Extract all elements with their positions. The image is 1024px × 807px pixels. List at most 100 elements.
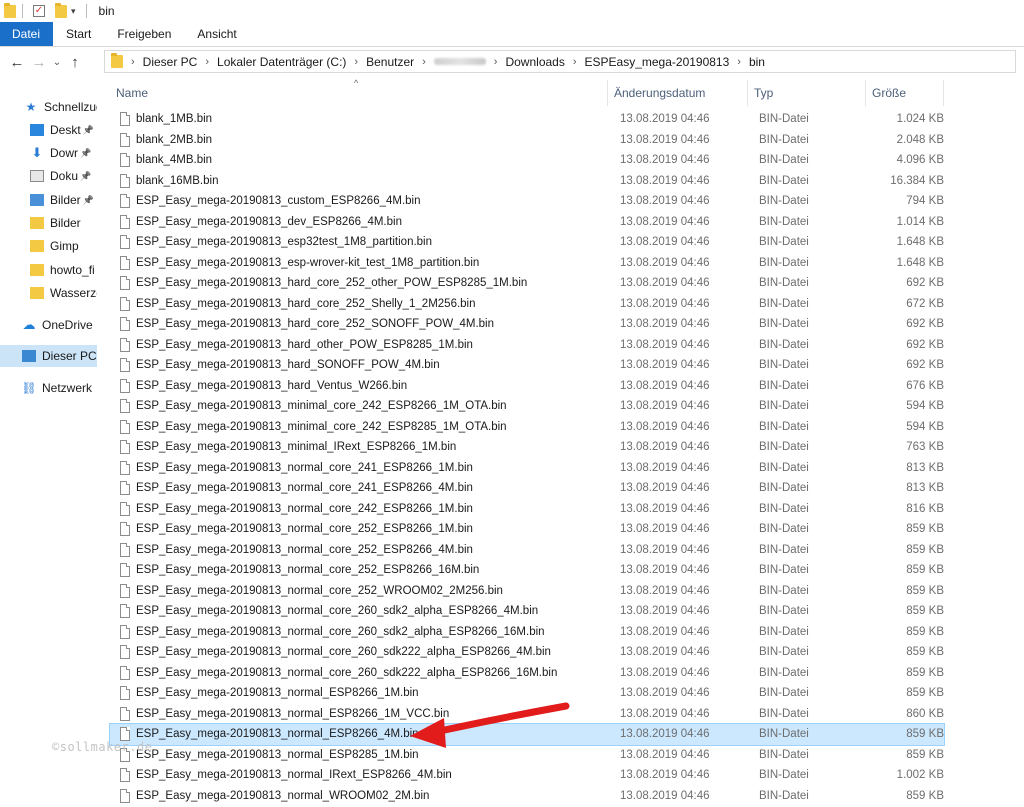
file-row[interactable]: blank_1MB.bin 13.08.2019 04:46 BIN-Datei 1.… bbox=[110, 109, 944, 130]
file-type: BIN-Datei bbox=[759, 769, 809, 782]
back-arrow-icon[interactable]: ← bbox=[6, 54, 28, 71]
chevron-right-icon[interactable]: › bbox=[131, 56, 135, 68]
navigation-bar: ← → ⌄ ↑ › Dieser PC › Lokaler Datenträge… bbox=[0, 47, 1024, 77]
file-type: BIN-Datei bbox=[759, 523, 809, 536]
address-bar[interactable]: › Dieser PC › Lokaler Datenträger (C:) ›… bbox=[104, 50, 1016, 73]
breadcrumb-downloads[interactable]: Downloads bbox=[505, 55, 564, 69]
sidebar-item-bilder[interactable]: Bilder 📌 bbox=[0, 189, 97, 211]
sidebar-item-onedrive[interactable]: ☁ OneDrive bbox=[0, 314, 97, 336]
file-size: 859 KB bbox=[906, 646, 944, 659]
breadcrumb-benutzer[interactable]: Benutzer bbox=[366, 55, 414, 69]
file-icon bbox=[120, 214, 130, 229]
pin-icon: 📌 bbox=[80, 147, 92, 158]
sidebar-item-netzwerk[interactable]: ⛓ Netzwerk bbox=[0, 377, 97, 399]
file-row[interactable]: ESP_Easy_mega-20190813_normal_core_260_s… bbox=[110, 642, 944, 663]
sidebar-item-label: Dowr bbox=[50, 146, 79, 160]
sidebar-item-gimp[interactable]: Gimp bbox=[0, 235, 97, 257]
sidebar-item-wasserze[interactable]: Wasserze bbox=[0, 282, 97, 304]
file-row[interactable]: ESP_Easy_mega-20190813_normal_core_252_W… bbox=[110, 581, 944, 602]
column-size[interactable]: Größe bbox=[866, 80, 944, 106]
chevron-right-icon[interactable]: › bbox=[205, 56, 209, 68]
column-date[interactable]: Änderungsdatum bbox=[608, 80, 748, 106]
file-row[interactable]: ESP_Easy_mega-20190813_normal_core_252_E… bbox=[110, 540, 944, 561]
sidebar-item-bilder[interactable]: Bilder bbox=[0, 212, 97, 234]
breadcrumb-espeasy-folder[interactable]: ESPEasy_mega-20190813 bbox=[585, 55, 730, 69]
file-row[interactable]: ESP_Easy_mega-20190813_hard_core_252_SON… bbox=[110, 314, 944, 335]
sidebar-item-dieser-pc[interactable]: Dieser PC bbox=[0, 345, 97, 367]
column-type[interactable]: Typ bbox=[748, 80, 866, 106]
sidebar-item-schnellzug[interactable]: ★ Schnellzug bbox=[0, 96, 97, 118]
file-size: 813 KB bbox=[906, 482, 944, 495]
file-size: 794 KB bbox=[906, 195, 944, 208]
file-row[interactable]: ESP_Easy_mega-20190813_normal_core_241_E… bbox=[110, 458, 944, 479]
file-list: blank_1MB.bin 13.08.2019 04:46 BIN-Datei 1.… bbox=[109, 109, 945, 807]
breadcrumb-dieser-pc[interactable]: Dieser PC bbox=[143, 55, 198, 69]
file-row[interactable]: ESP_Easy_mega-20190813_normal_ESP8285_1M… bbox=[110, 745, 944, 766]
recent-locations-icon[interactable]: ⌄ bbox=[50, 57, 64, 68]
folder-icon bbox=[111, 53, 123, 68]
file-icon bbox=[120, 255, 130, 270]
file-date: 13.08.2019 04:46 bbox=[620, 338, 710, 351]
column-name[interactable]: Name bbox=[110, 80, 608, 106]
file-date: 13.08.2019 04:46 bbox=[620, 687, 710, 700]
quick-access-dropdown-icon[interactable]: ▾ bbox=[71, 6, 76, 17]
new-folder-icon[interactable] bbox=[55, 2, 67, 18]
file-row[interactable]: ESP_Easy_mega-20190813_normal_IRext_ESP8… bbox=[110, 765, 944, 786]
file-row[interactable]: ESP_Easy_mega-20190813_normal_core_241_E… bbox=[110, 478, 944, 499]
chevron-right-icon[interactable]: › bbox=[354, 56, 358, 68]
breadcrumb-username-redacted[interactable] bbox=[433, 58, 486, 65]
file-type: BIN-Datei bbox=[759, 666, 809, 679]
file-icon bbox=[120, 788, 130, 803]
properties-icon[interactable]: ✓ bbox=[33, 5, 45, 17]
file-size: 859 KB bbox=[906, 523, 944, 536]
forward-arrow-icon[interactable]: → bbox=[28, 54, 50, 71]
breadcrumb-lokaler-datentraeger[interactable]: Lokaler Datenträger (C:) bbox=[217, 55, 346, 69]
file-date: 13.08.2019 04:46 bbox=[620, 154, 710, 167]
tab-freigeben[interactable]: Freigeben bbox=[104, 22, 184, 46]
file-type: BIN-Datei bbox=[759, 359, 809, 372]
up-arrow-icon[interactable]: ↑ bbox=[64, 54, 86, 71]
file-row[interactable]: ESP_Easy_mega-20190813_minimal_IRext_ESP… bbox=[110, 437, 944, 458]
file-row[interactable]: ESP_Easy_mega-20190813_normal_ESP8266_1M… bbox=[110, 704, 944, 725]
file-row[interactable]: ESP_Easy_mega-20190813_dev_ESP8266_4M.bi… bbox=[110, 212, 944, 233]
file-row[interactable]: ESP_Easy_mega-20190813_normal_core_260_s… bbox=[110, 622, 944, 643]
file-row[interactable]: ESP_Easy_mega-20190813_normal_core_252_E… bbox=[110, 560, 944, 581]
file-size: 1.024 KB bbox=[896, 113, 944, 126]
file-row[interactable]: ESP_Easy_mega-20190813_normal_core_260_s… bbox=[110, 601, 944, 622]
file-row[interactable]: ESP_Easy_mega-20190813_custom_ESP8266_4M… bbox=[110, 191, 944, 212]
file-row[interactable]: blank_4MB.bin 13.08.2019 04:46 BIN-Datei 4.… bbox=[110, 150, 944, 171]
sidebar-item-dowr[interactable]: ⬇ Dowr 📌 bbox=[0, 142, 97, 164]
file-row[interactable]: ESP_Easy_mega-20190813_esp32test_1M8_par… bbox=[110, 232, 944, 253]
file-row[interactable]: ESP_Easy_mega-20190813_hard_Ventus_W266.… bbox=[110, 376, 944, 397]
file-row[interactable]: ESP_Easy_mega-20190813_normal_ESP8266_1M… bbox=[110, 683, 944, 704]
sidebar-item-doku[interactable]: Doku 📌 bbox=[0, 165, 97, 187]
file-row[interactable]: ESP_Easy_mega-20190813_hard_core_252_She… bbox=[110, 294, 944, 315]
file-row[interactable]: ESP_Easy_mega-20190813_normal_ESP8266_4M… bbox=[109, 723, 945, 746]
chevron-right-icon[interactable]: › bbox=[494, 56, 498, 68]
title-bar: ✓ ▾ bin bbox=[0, 0, 1024, 22]
file-row[interactable]: ESP_Easy_mega-20190813_hard_other_POW_ES… bbox=[110, 335, 944, 356]
file-row[interactable]: ESP_Easy_mega-20190813_minimal_core_242_… bbox=[110, 417, 944, 438]
file-row[interactable]: ESP_Easy_mega-20190813_normal_core_242_E… bbox=[110, 499, 944, 520]
file-row[interactable]: ESP_Easy_mega-20190813_normal_core_252_E… bbox=[110, 519, 944, 540]
file-row[interactable]: ESP_Easy_mega-20190813_minimal_core_242_… bbox=[110, 396, 944, 417]
file-type: BIN-Datei bbox=[759, 584, 809, 597]
file-row[interactable]: ESP_Easy_mega-20190813_hard_SONOFF_POW_4… bbox=[110, 355, 944, 376]
file-row[interactable]: ESP_Easy_mega-20190813_normal_WROOM02_2M… bbox=[110, 786, 944, 807]
file-row[interactable]: ESP_Easy_mega-20190813_esp-wrover-kit_te… bbox=[110, 253, 944, 274]
sidebar-item-howto-fi[interactable]: howto_fi bbox=[0, 259, 97, 281]
chevron-right-icon[interactable]: › bbox=[573, 56, 577, 68]
breadcrumb-bin[interactable]: bin bbox=[749, 55, 765, 69]
chevron-right-icon[interactable]: › bbox=[737, 56, 741, 68]
file-row[interactable]: blank_16MB.bin 13.08.2019 04:46 BIN-Datei 1… bbox=[110, 171, 944, 192]
file-row[interactable]: ESP_Easy_mega-20190813_hard_core_252_oth… bbox=[110, 273, 944, 294]
sidebar-item-deskt[interactable]: Deskt 📌 bbox=[0, 119, 97, 141]
tab-start[interactable]: Start bbox=[53, 22, 104, 46]
cloud-icon: ☁ bbox=[22, 317, 36, 332]
file-row[interactable]: ESP_Easy_mega-20190813_normal_core_260_s… bbox=[110, 663, 944, 684]
file-date: 13.08.2019 04:46 bbox=[620, 174, 710, 187]
tab-datei[interactable]: Datei bbox=[0, 22, 53, 46]
tab-ansicht[interactable]: Ansicht bbox=[184, 22, 249, 46]
file-row[interactable]: blank_2MB.bin 13.08.2019 04:46 BIN-Datei 2.… bbox=[110, 130, 944, 151]
chevron-right-icon[interactable]: › bbox=[422, 56, 426, 68]
